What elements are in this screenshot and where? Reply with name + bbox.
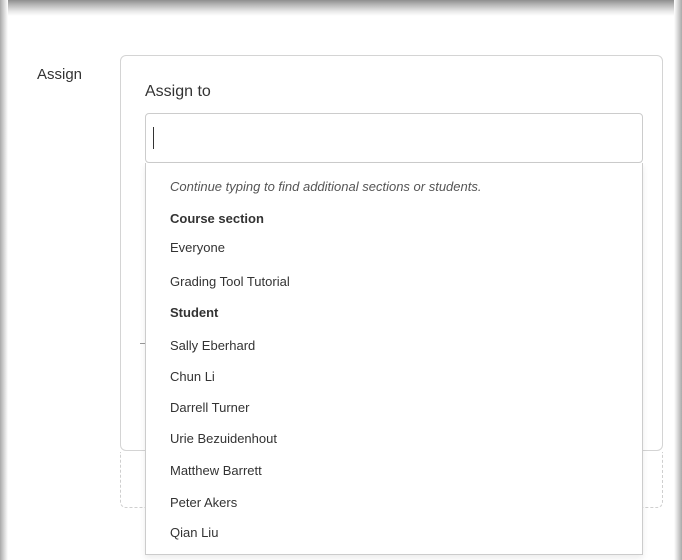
assign-to-input[interactable] bbox=[145, 113, 643, 163]
option-qian-liu[interactable]: Qian Liu bbox=[170, 525, 218, 540]
assign-row-label: Assign bbox=[37, 66, 83, 83]
option-everyone[interactable]: Everyone bbox=[170, 240, 225, 255]
text-caret bbox=[153, 127, 154, 149]
option-sally-eberhard[interactable]: Sally Eberhard bbox=[170, 338, 255, 353]
group-heading-student: Student bbox=[170, 305, 219, 320]
option-chun-li[interactable]: Chun Li bbox=[170, 369, 215, 384]
option-urie-bezuidenhout[interactable]: Urie Bezuidenhout bbox=[170, 431, 277, 446]
option-grading-tool-tutorial[interactable]: Grading Tool Tutorial bbox=[170, 274, 290, 289]
group-heading-course-section: Course section bbox=[170, 211, 264, 226]
option-darrell-turner[interactable]: Darrell Turner bbox=[170, 400, 249, 415]
window-right-shadow bbox=[674, 0, 682, 560]
window-top-shadow bbox=[0, 0, 682, 16]
window-left-shadow bbox=[0, 0, 8, 560]
assign-to-label: Assign to bbox=[145, 83, 211, 100]
assign-to-dropdown: Continue typing to find additional secti… bbox=[145, 163, 643, 555]
option-peter-akers[interactable]: Peter Akers bbox=[170, 495, 237, 510]
option-matthew-barrett[interactable]: Matthew Barrett bbox=[170, 463, 262, 478]
dropdown-hint: Continue typing to find additional secti… bbox=[170, 179, 482, 194]
